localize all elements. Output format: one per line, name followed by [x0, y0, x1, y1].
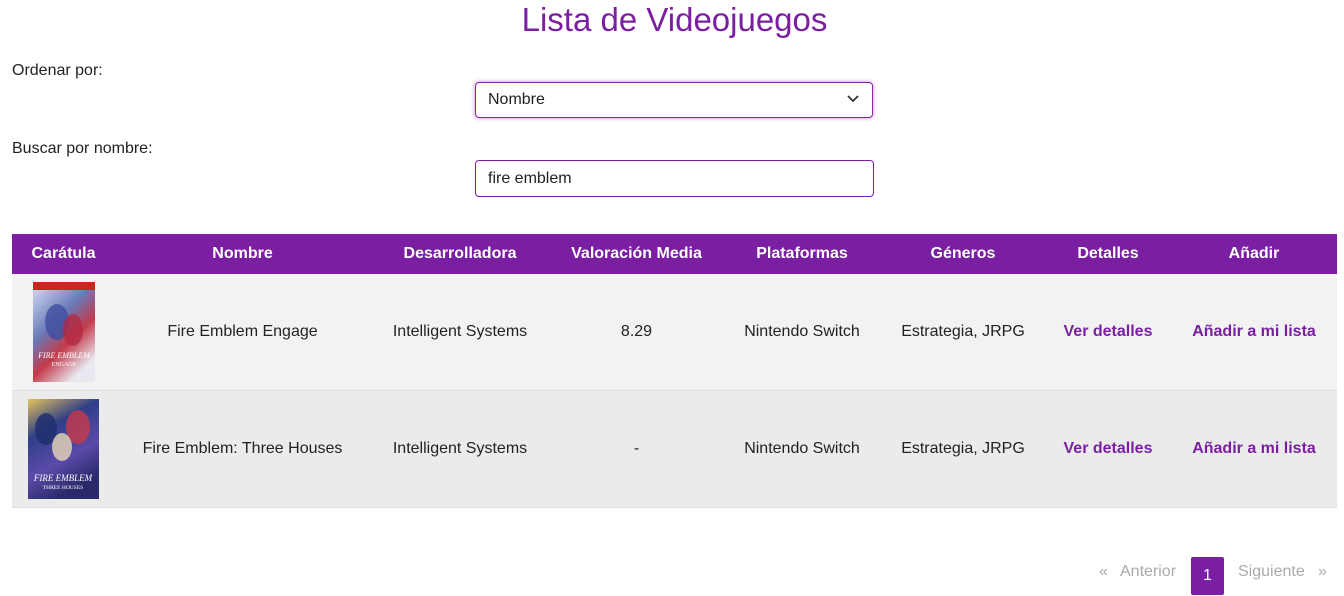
- header-developer: Desarrolladora: [370, 234, 550, 274]
- svg-text:THREE HOUSES: THREE HOUSES: [43, 485, 84, 491]
- details-cell: Ver detalles: [1045, 274, 1171, 391]
- svg-text:FIRE EMBLEM: FIRE EMBLEM: [37, 351, 91, 360]
- header-details: Detalles: [1045, 234, 1171, 274]
- header-cover: Carátula: [12, 234, 115, 274]
- cover-cell: FIRE EMBLEM THREE HOUSES: [12, 390, 115, 508]
- game-developer: Intelligent Systems: [370, 390, 550, 508]
- game-genres: Estrategia, JRPG: [881, 274, 1045, 391]
- search-label: Buscar por nombre:: [12, 140, 153, 157]
- header-name: Nombre: [115, 234, 370, 274]
- view-details-link[interactable]: Ver detalles: [1064, 440, 1153, 457]
- prev-arrow-icon[interactable]: «: [1099, 563, 1108, 581]
- search-input-value: fire emblem: [488, 170, 572, 187]
- add-to-list-link[interactable]: Añadir a mi lista: [1192, 440, 1316, 457]
- next-page-link[interactable]: Siguiente: [1238, 563, 1305, 581]
- game-platforms: Nintendo Switch: [723, 390, 881, 508]
- header-platforms: Plataformas: [723, 234, 881, 274]
- pagination: « Anterior 1 Siguiente »: [0, 557, 1344, 595]
- cover-image: FIRE EMBLEM THREE HOUSES: [28, 399, 99, 499]
- svg-text:ENGAGE: ENGAGE: [51, 362, 76, 368]
- table-row: FIRE EMBLEM ENGAGE Fire Emblem Engage In…: [12, 274, 1337, 391]
- game-name: Fire Emblem: Three Houses: [115, 390, 370, 508]
- games-table: Carátula Nombre Desarrolladora Valoració…: [12, 234, 1337, 508]
- chevron-down-icon: [847, 95, 859, 103]
- add-cell: Añadir a mi lista: [1171, 390, 1337, 508]
- game-platforms: Nintendo Switch: [723, 274, 881, 391]
- header-add: Añadir: [1171, 234, 1337, 274]
- game-genres: Estrategia, JRPG: [881, 390, 1045, 508]
- sort-select[interactable]: Nombre: [475, 82, 873, 118]
- game-developer: Intelligent Systems: [370, 274, 550, 391]
- details-cell: Ver detalles: [1045, 390, 1171, 508]
- sort-selected-value: Nombre: [488, 91, 545, 108]
- svg-text:FIRE EMBLEM: FIRE EMBLEM: [33, 473, 93, 483]
- page-title: Lista de Videojuegos: [521, 1, 828, 38]
- cover-cell: FIRE EMBLEM ENGAGE: [12, 274, 115, 391]
- next-arrow-icon[interactable]: »: [1318, 563, 1327, 581]
- sort-label: Ordenar por:: [12, 62, 103, 79]
- add-to-list-link[interactable]: Añadir a mi lista: [1192, 323, 1316, 340]
- header-rating: Valoración Media: [550, 234, 723, 274]
- prev-page-link[interactable]: Anterior: [1120, 563, 1176, 581]
- add-cell: Añadir a mi lista: [1171, 274, 1337, 391]
- table-row: FIRE EMBLEM THREE HOUSES Fire Emblem: Th…: [12, 390, 1337, 508]
- current-page-button[interactable]: 1: [1191, 557, 1224, 595]
- table-header-row: Carátula Nombre Desarrolladora Valoració…: [12, 234, 1337, 274]
- header-genres: Géneros: [881, 234, 1045, 274]
- game-rating: 8.29: [550, 274, 723, 391]
- search-input[interactable]: fire emblem: [475, 160, 874, 197]
- game-name: Fire Emblem Engage: [115, 274, 370, 391]
- game-rating: -: [550, 390, 723, 508]
- view-details-link[interactable]: Ver detalles: [1064, 323, 1153, 340]
- cover-image: FIRE EMBLEM ENGAGE: [32, 282, 95, 382]
